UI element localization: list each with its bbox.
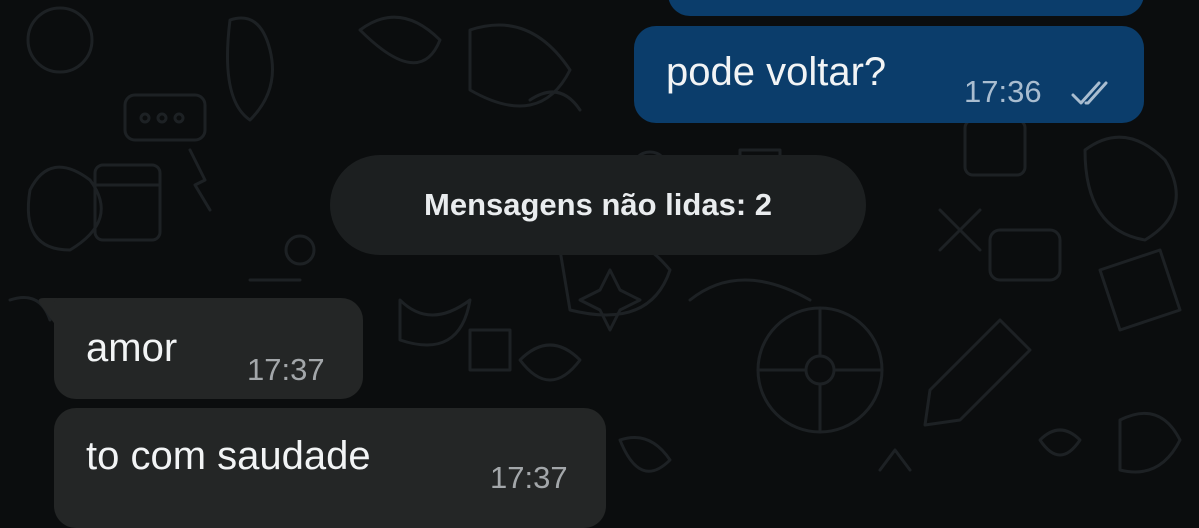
outgoing-message-bubble-partial[interactable] xyxy=(668,0,1144,16)
message-time: 17:37 xyxy=(247,352,325,387)
message-text: pode voltar? xyxy=(666,50,887,94)
unread-messages-label: Mensagens não lidas: 2 xyxy=(424,187,772,222)
double-check-icon xyxy=(1071,81,1108,105)
message-time: 17:36 xyxy=(964,74,1042,109)
incoming-message-bubble[interactable]: amor 17:37 xyxy=(54,298,363,399)
message-text: amor xyxy=(86,326,178,370)
message-time: 17:37 xyxy=(490,460,568,495)
incoming-message-bubble[interactable]: to com saudade 17:37 xyxy=(54,408,606,528)
unread-messages-divider: Mensagens não lidas: 2 xyxy=(330,155,866,255)
outgoing-message-bubble[interactable]: pode voltar? 17:36 xyxy=(634,26,1144,123)
message-text: to com saudade xyxy=(86,434,371,478)
